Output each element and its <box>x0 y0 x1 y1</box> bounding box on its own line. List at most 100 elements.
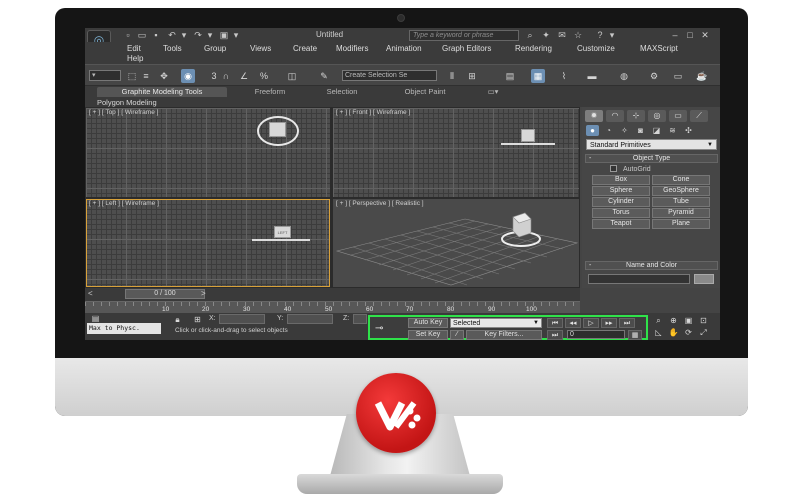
quick-access-dropdown-icon[interactable]: ▾ <box>231 30 241 40</box>
play-icon[interactable]: ▷ <box>583 318 599 328</box>
align-icon[interactable]: ⊞ <box>465 69 479 83</box>
curve-editor-icon[interactable]: ⌇ <box>557 69 571 83</box>
sphere-button[interactable]: Sphere <box>592 186 650 196</box>
edit-named-selection-icon[interactable]: ✎ <box>317 69 331 83</box>
help-dropdown-icon[interactable]: ▾ <box>607 30 617 40</box>
search-icon[interactable]: ⌕ <box>525 30 535 40</box>
zoom-icon[interactable]: ⌕ <box>652 315 665 326</box>
menu-help[interactable]: Help <box>127 54 143 63</box>
lights-icon[interactable]: ✧ <box>618 125 631 136</box>
tab-graphite-modeling-tools[interactable]: Graphite Modeling Tools <box>97 87 227 97</box>
teapot-button[interactable]: Teapot <box>592 219 650 229</box>
space-warps-icon[interactable]: ≋ <box>666 125 679 136</box>
cylinder-button[interactable]: Cylinder <box>592 197 650 207</box>
absolute-mode-icon[interactable]: ⊞ <box>191 314 204 325</box>
render-setup-icon[interactable]: ⚙ <box>647 69 661 83</box>
rendered-frame-icon[interactable]: ▭ <box>671 69 685 83</box>
object-type-rollout[interactable]: - Object Type <box>585 154 718 163</box>
menu-views[interactable]: Views <box>250 44 271 53</box>
time-slider-next[interactable]: > <box>201 289 206 298</box>
favorites-icon[interactable]: ☆ <box>573 30 583 40</box>
time-slider-prev[interactable]: < <box>88 289 93 298</box>
menu-group[interactable]: Group <box>204 44 226 53</box>
viewport-top-label[interactable]: [ + ] [ Top ] [ Wireframe ] <box>89 109 158 116</box>
primitive-category-dropdown[interactable]: Standard Primitives ▼ <box>586 139 717 150</box>
material-editor-icon[interactable]: ◍ <box>617 69 631 83</box>
field-of-view-icon[interactable]: ◺ <box>652 327 665 338</box>
menu-rendering[interactable]: Rendering <box>515 44 552 53</box>
key-mode-toggle-icon[interactable]: ⏭ <box>547 330 563 340</box>
shapes-icon[interactable]: ◔ <box>602 125 615 136</box>
move-icon[interactable]: ✥ <box>157 69 171 83</box>
modify-tab-icon[interactable]: ◠ <box>606 110 624 122</box>
project-folder-icon[interactable]: ▣ <box>219 30 229 40</box>
geometry-icon[interactable]: ● <box>586 125 599 136</box>
menu-edit[interactable]: Edit <box>127 44 141 53</box>
zoom-extents-all-icon[interactable]: ⊡ <box>697 315 710 326</box>
selection-filter-dropdown[interactable]: ▾ <box>89 70 121 81</box>
save-icon[interactable]: ▪ <box>151 30 161 40</box>
select-and-manipulate-icon[interactable]: ◉ <box>181 69 195 83</box>
autogrid-checkbox[interactable]: AutoGrid <box>610 165 651 173</box>
open-file-icon[interactable]: ▭ <box>137 30 147 40</box>
spinner-snap-icon[interactable]: ◫ <box>285 69 299 83</box>
x-coordinate-input[interactable] <box>219 314 265 324</box>
cone-button[interactable]: Cone <box>652 175 710 185</box>
viewport-front-label[interactable]: [ + ] [ Front ] [ Wireframe ] <box>336 109 410 116</box>
viewport-top[interactable]: [ + ] [ Top ] [ Wireframe ] <box>86 108 330 197</box>
menu-animation[interactable]: Animation <box>386 44 422 53</box>
menu-maxscript[interactable]: MAXScript <box>640 44 678 53</box>
go-to-start-icon[interactable]: ⏮ <box>547 318 563 328</box>
name-and-color-rollout[interactable]: - Name and Color <box>585 261 718 270</box>
teapot-object-perspective[interactable] <box>501 212 541 247</box>
undo-dropdown-icon[interactable]: ▾ <box>179 30 189 40</box>
schematic-view-icon[interactable]: ▬ <box>585 69 599 83</box>
help-icon[interactable]: ? <box>595 30 605 40</box>
tab-object-paint[interactable]: Object Paint <box>385 87 465 97</box>
cameras-icon[interactable]: ◙ <box>634 125 647 136</box>
display-tab-icon[interactable]: ▭ <box>669 110 687 122</box>
key-filters-button[interactable]: Key Filters... <box>466 330 542 340</box>
redo-dropdown-icon[interactable]: ▾ <box>205 30 215 40</box>
go-to-end-icon[interactable]: ⏭ <box>619 318 635 328</box>
zoom-all-icon[interactable]: ⊕ <box>667 315 680 326</box>
select-object-icon[interactable]: ⬚ <box>125 69 139 83</box>
hierarchy-tab-icon[interactable]: ⊹ <box>627 110 645 122</box>
percent-snap-icon[interactable]: % <box>257 69 271 83</box>
viewport-perspective[interactable]: [ + ] [ Perspective ] [ Realistic ] <box>333 199 579 287</box>
ribbon-options-icon[interactable]: ▭▾ <box>483 87 503 97</box>
zoom-extents-icon[interactable]: ▣ <box>682 315 695 326</box>
graphite-toggle-icon[interactable]: ▦ <box>531 69 545 83</box>
subscription-icon[interactable]: ✦ <box>541 30 551 40</box>
new-file-icon[interactable]: ▫ <box>123 30 133 40</box>
maximize-viewport-icon[interactable]: ⤢ <box>697 327 710 338</box>
communication-center-icon[interactable]: ✉ <box>557 30 567 40</box>
helpers-icon[interactable]: ◪ <box>650 125 663 136</box>
maxscript-listener-input[interactable]: Max to Physc. <box>87 323 161 334</box>
panel-polygon-modeling[interactable]: Polygon Modeling <box>97 98 157 107</box>
utilities-tab-icon[interactable]: ⟋ <box>690 110 708 122</box>
key-icon[interactable]: ⊸ <box>375 323 383 334</box>
angle-icon[interactable]: ∠ <box>237 69 251 83</box>
render-production-icon[interactable]: ☕ <box>695 69 709 83</box>
menu-tools[interactable]: Tools <box>163 44 182 53</box>
torus-button[interactable]: Torus <box>592 208 650 218</box>
tube-button[interactable]: Tube <box>652 197 710 207</box>
box-button[interactable]: Box <box>592 175 650 185</box>
time-slider-thumb[interactable]: 0 / 100 <box>125 289 205 299</box>
z-coordinate-input[interactable] <box>353 314 367 324</box>
menu-modifiers[interactable]: Modifiers <box>336 44 368 53</box>
mirror-icon[interactable]: ⫴ <box>445 69 459 83</box>
systems-icon[interactable]: ✣ <box>682 125 695 136</box>
named-selection-dropdown[interactable]: Create Selection Se <box>342 70 437 81</box>
menu-customize[interactable]: Customize <box>577 44 615 53</box>
object-name-input[interactable] <box>588 274 690 284</box>
plane-button[interactable]: Plane <box>652 219 710 229</box>
tab-freeform[interactable]: Freeform <box>235 87 305 97</box>
search-input[interactable]: Type a keyword or phrase <box>409 30 519 41</box>
selection-lock-icon[interactable]: 🔒︎ <box>171 314 184 325</box>
y-coordinate-input[interactable] <box>287 314 333 324</box>
menu-create[interactable]: Create <box>293 44 317 53</box>
maximize-icon[interactable]: □ <box>684 29 696 41</box>
object-color-swatch[interactable] <box>694 274 714 284</box>
